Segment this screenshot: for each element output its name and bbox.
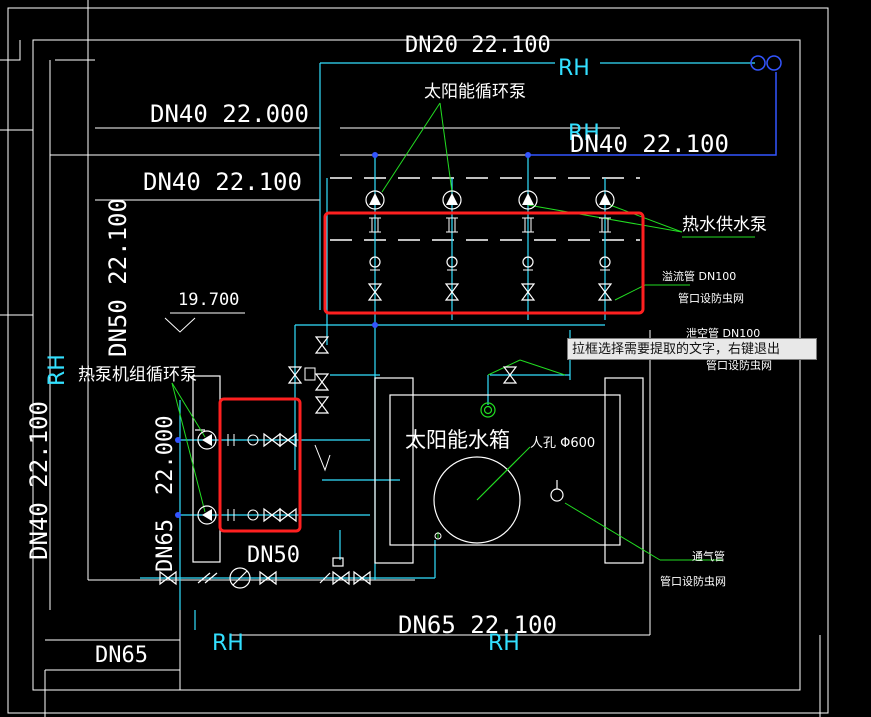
label-rh-bottom-right: RH — [488, 631, 520, 656]
solar-water-tank — [374, 377, 644, 564]
highlight-box-left — [218, 397, 302, 533]
label-rh-bottom-left: RH — [212, 631, 244, 656]
highlight-box-top — [323, 211, 645, 315]
heat-pump-housing — [192, 375, 221, 563]
strainer-icon — [304, 367, 316, 381]
check-valve-icon — [314, 444, 331, 472]
label-solar-pump: 太阳能循环泵 — [424, 82, 526, 102]
riser-valve-icon — [314, 336, 330, 354]
pipe-nodes — [175, 152, 531, 518]
label-drain-note: 管口设防虫网 — [706, 358, 772, 372]
riser-valve-icon — [314, 373, 330, 391]
riser-valve-icon — [314, 396, 330, 414]
label-dn65-vertical: DN65 — [153, 519, 178, 572]
label-heat-pump: 热泵机组循环泵 — [78, 365, 197, 385]
label-overflow: 溢流管 DN100 — [662, 269, 736, 283]
extract-text-tooltip: 拉框选择需要提取的文字，右键退出 — [567, 338, 817, 360]
rh-end-circles — [750, 55, 782, 71]
label-manhole: 人孔 Φ600 — [530, 436, 595, 451]
label-hot-water-pump: 热水供水泵 — [682, 215, 767, 235]
pipe-end-circle-2 — [766, 55, 782, 71]
pump-columns — [365, 190, 615, 301]
label-dn40-22000: DN40 22.000 — [150, 100, 309, 128]
label-vent-note: 管口设防虫网 — [660, 574, 726, 588]
label-22000-vertical: 22.000 — [153, 416, 178, 495]
label-rh-top: RH — [558, 56, 590, 81]
label-dn40-vertical: DN40 22.100 — [25, 401, 53, 560]
drawing-frame — [7, 7, 829, 714]
label-vent: 通气管 — [692, 549, 725, 563]
label-elev: 19.700 — [178, 290, 239, 310]
label-rh-left: RH — [45, 354, 70, 386]
label-dn20: DN20 22.100 — [405, 33, 551, 58]
label-dn65-22100: DN65 22.100 — [398, 611, 557, 639]
label-dn40-left: DN40 22.100 — [143, 168, 302, 196]
label-dn50-bottom: DN50 — [247, 543, 300, 568]
label-dn40-right: DN40 22.100 — [570, 130, 729, 158]
label-dn65-bottom: DN65 — [95, 643, 148, 668]
label-overflow-note: 管口设防虫网 — [678, 291, 744, 305]
highlight-boxes — [218, 211, 645, 533]
label-dn50-vertical: DN50 22.100 — [104, 198, 132, 357]
label-solar-tank: 太阳能水箱 — [405, 428, 510, 452]
